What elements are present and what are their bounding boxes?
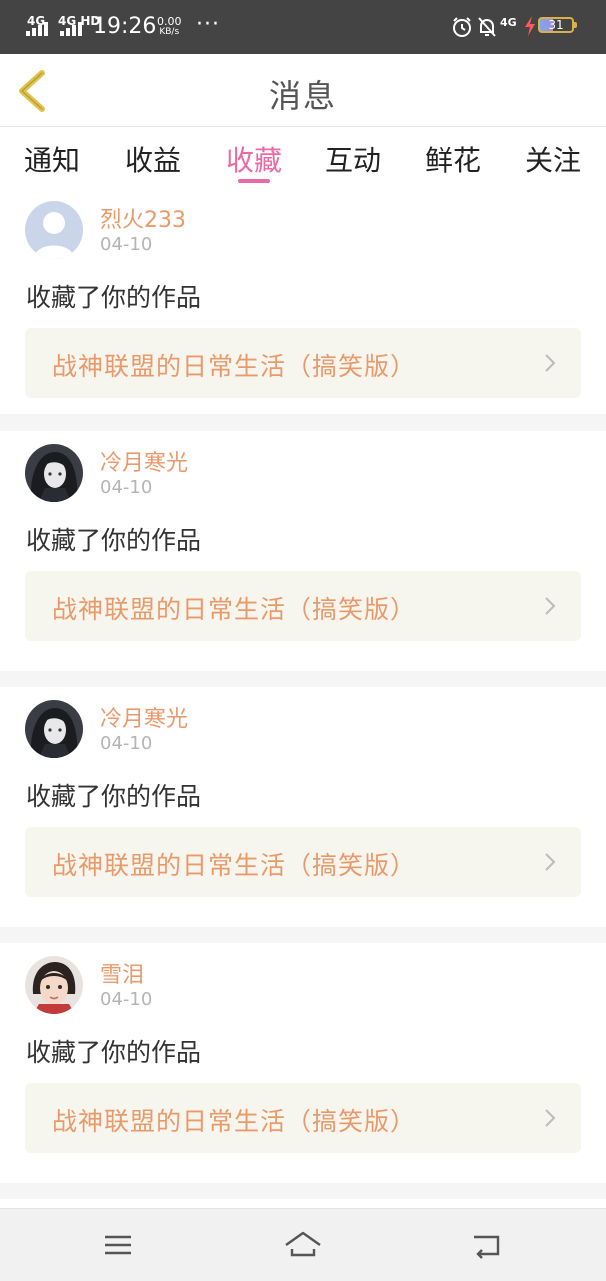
tab-notifications[interactable]: 通知 (2, 139, 102, 179)
work-title: 战神联盟的日常生活（搞笑版） (52, 1107, 417, 1136)
notification-date: 04-10 (100, 477, 153, 498)
user-name[interactable]: 烈火233 (100, 202, 186, 234)
more-notifications-icon: ··· (196, 12, 220, 37)
action-text: 收藏了你的作品 (26, 1038, 202, 1067)
work-link[interactable]: 战神联盟的日常生活（搞笑版） (25, 1083, 581, 1153)
status-bar: 4G 4G HD 19:26 0.00 KB/s ··· 4G 31 (0, 0, 606, 54)
action-text: 收藏了你的作品 (26, 526, 202, 555)
chevron-right-icon (545, 1109, 556, 1127)
tab-interactions[interactable]: 互动 (303, 139, 403, 179)
anime-avatar-icon (25, 700, 83, 758)
avatar[interactable] (25, 956, 83, 1014)
clock: 19:26 (93, 14, 157, 39)
active-tab-indicator (238, 179, 270, 183)
battery-icon: 31 (538, 17, 574, 33)
user-name[interactable]: 雪泪 (100, 957, 144, 989)
work-title: 战神联盟的日常生活（搞笑版） (52, 352, 417, 381)
action-text: 收藏了你的作品 (26, 283, 202, 312)
signal-icon-2 (60, 22, 84, 36)
battery-level: 31 (548, 18, 564, 32)
battery-tip (574, 22, 577, 28)
work-link[interactable]: 战神联盟的日常生活（搞笑版） (25, 827, 581, 897)
chevron-right-icon (545, 354, 556, 372)
tab-favorites[interactable]: 收藏 (204, 139, 304, 179)
avatar[interactable] (25, 444, 83, 502)
notification-card: 冷月寒光 04-10 收藏了你的作品 战神联盟的日常生活（搞笑版） (0, 431, 606, 671)
speed-value: 0.00 (157, 15, 182, 28)
network-speed: 0.00 KB/s (157, 16, 182, 38)
tab-earnings[interactable]: 收益 (103, 139, 203, 179)
photo-avatar-icon (25, 956, 83, 1014)
speed-unit: KB/s (159, 27, 180, 37)
tab-following[interactable]: 关注 (503, 139, 603, 179)
back-icon[interactable] (468, 1227, 508, 1263)
notification-card: 冷月寒光 04-10 收藏了你的作品 战神联盟的日常生活（搞笑版） (0, 687, 606, 927)
page-title: 消息 (268, 77, 337, 115)
work-link[interactable]: 战神联盟的日常生活（搞笑版） (25, 328, 581, 398)
user-name[interactable]: 冷月寒光 (100, 701, 188, 733)
system-nav-bar (0, 1208, 606, 1281)
notification-card: 雪泪 04-10 收藏了你的作品 战神联盟的日常生活（搞笑版） (0, 943, 606, 1183)
notification-date: 04-10 (100, 733, 153, 754)
menu-icon[interactable] (98, 1227, 138, 1263)
notification-date: 04-10 (100, 234, 153, 255)
action-text: 收藏了你的作品 (26, 782, 202, 811)
chevron-right-icon (545, 597, 556, 615)
avatar[interactable] (25, 700, 83, 758)
user-name[interactable]: 冷月寒光 (100, 445, 188, 477)
work-link[interactable]: 战神联盟的日常生活（搞笑版） (25, 571, 581, 641)
tab-bar: 通知 收益 收藏 互动 鲜花 关注 (0, 127, 606, 189)
work-title: 战神联盟的日常生活（搞笑版） (52, 851, 417, 880)
tab-flowers[interactable]: 鲜花 (403, 139, 503, 179)
notification-date: 04-10 (100, 989, 153, 1010)
work-title: 战神联盟的日常生活（搞笑版） (52, 595, 417, 624)
avatar[interactable] (25, 201, 83, 259)
alarm-icon (453, 17, 471, 37)
chevron-right-icon (545, 853, 556, 871)
charging-icon (525, 16, 535, 36)
network-type-3: 4G (500, 16, 517, 29)
signal-icon (26, 22, 50, 36)
notification-card: 烈火233 04-10 收藏了你的作品 战神联盟的日常生活（搞笑版） (0, 188, 606, 414)
home-icon[interactable] (283, 1227, 323, 1263)
notification-card-partial (0, 1199, 606, 1208)
anime-avatar-icon (25, 444, 83, 502)
default-avatar-icon (25, 201, 83, 259)
bell-off-icon (478, 17, 496, 37)
header: 消息 (0, 54, 606, 127)
